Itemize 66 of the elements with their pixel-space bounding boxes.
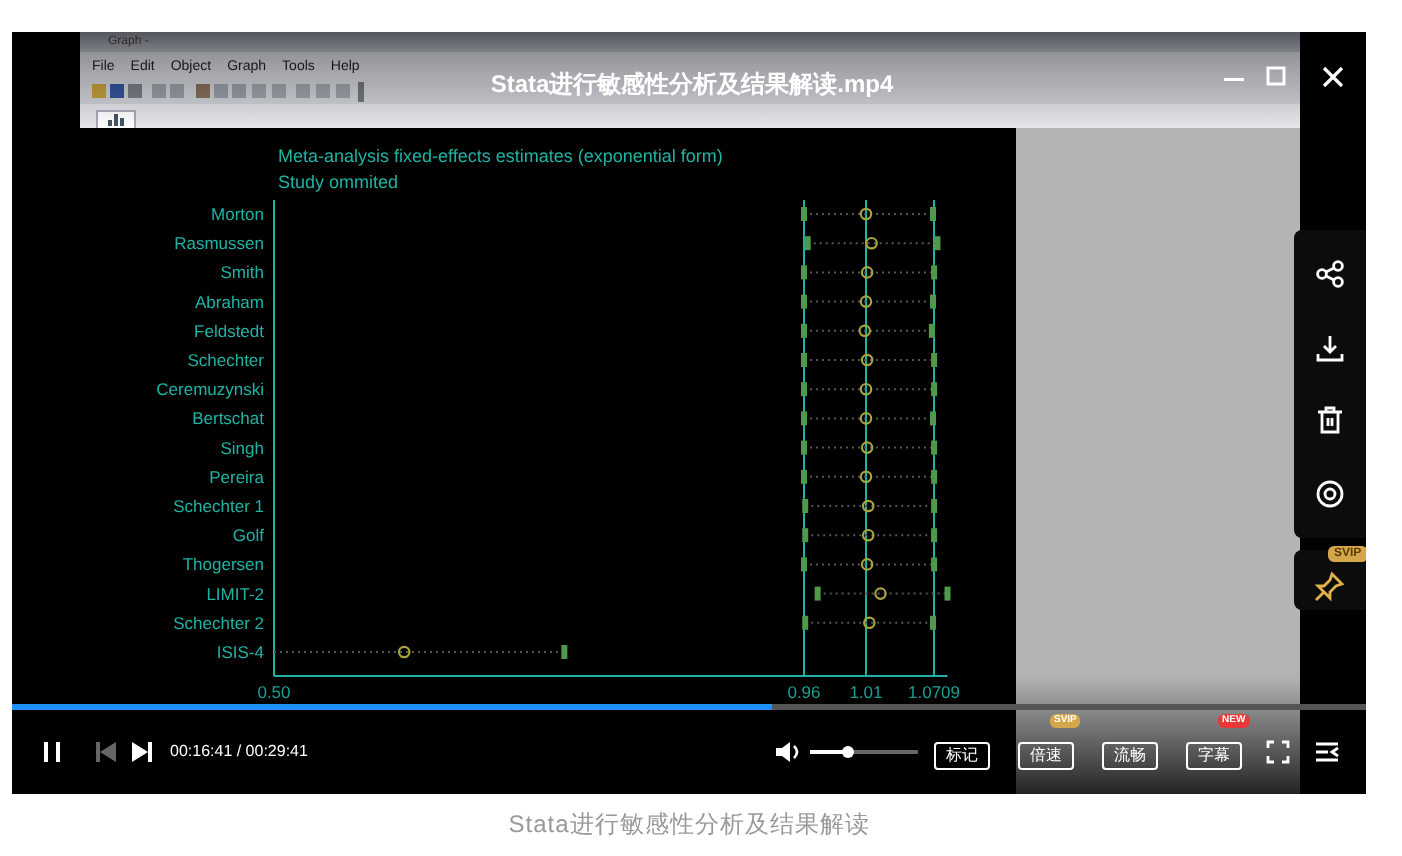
fullscreen-icon[interactable]: [1266, 740, 1290, 764]
axis-tick-label: 0.96: [787, 682, 821, 702]
estimate-point: [861, 528, 875, 542]
close-icon[interactable]: [1322, 66, 1344, 88]
study-label: ISIS-4: [216, 642, 264, 662]
upper-bound-mark: [930, 207, 936, 221]
lower-bound-mark: [801, 353, 807, 367]
volume-icon[interactable]: [774, 740, 802, 764]
graph-tab[interactable]: [96, 110, 136, 128]
estimate-point: [860, 266, 874, 279]
pause-icon[interactable]: [40, 740, 64, 764]
study-label: Rasmussen: [174, 233, 264, 254]
video-caption: Stata进行敏感性分析及结果解读: [506, 808, 872, 842]
playlist-icon[interactable]: [1314, 740, 1340, 764]
study-label: LIMIT-2: [206, 583, 264, 604]
study-label: Schechter 1: [173, 496, 264, 516]
chart-title: Meta-analysis fixed-effects estimates (exponential form): [278, 146, 723, 166]
axis-tick-label: 1.01: [849, 682, 883, 702]
player-option-button[interactable]: 倍速: [1018, 742, 1074, 770]
study-label: Bertschat: [192, 408, 264, 429]
study-label: Pereira: [209, 466, 264, 487]
upper-bound-mark: [931, 353, 938, 367]
study-label: Morton: [211, 204, 264, 224]
playback-time: 00:16:41 / 00:29:41: [170, 740, 308, 764]
study-label: Thogersen: [182, 554, 264, 575]
estimate-point: [860, 441, 874, 454]
upper-bound-mark: [561, 645, 568, 659]
video-title: Stata进行敏感性分析及结果解读.mp4: [488, 68, 896, 102]
estimate-point: [859, 382, 873, 396]
pin-icon[interactable]: [1314, 572, 1344, 602]
target-icon[interactable]: [1316, 479, 1344, 508]
study-label: Smith: [220, 262, 264, 283]
study-label: Schechter 2: [173, 612, 264, 633]
estimate-point: [865, 236, 878, 250]
share-icon[interactable]: [1316, 260, 1344, 289]
estimate-point: [859, 207, 873, 221]
estimate-point: [861, 499, 875, 513]
player-option-button[interactable]: 标记: [934, 742, 990, 770]
next-icon[interactable]: [130, 740, 154, 764]
estimate-point: [859, 295, 873, 308]
chart-subtitle: Study ommited: [278, 172, 399, 192]
download-icon[interactable]: [1316, 333, 1344, 362]
player-option-button[interactable]: 字幕: [1186, 742, 1242, 770]
study-label: Schechter: [187, 350, 264, 370]
estimate-point: [863, 616, 876, 630]
estimate-point: [859, 470, 873, 484]
progress-track[interactable]: [12, 704, 1366, 710]
study-label: Feldstedt: [194, 320, 264, 341]
estimate-point: [860, 353, 874, 367]
trash-icon[interactable]: [1316, 406, 1344, 435]
player-option-button[interactable]: 流畅: [1102, 742, 1158, 770]
bar-chart-icon: [108, 114, 124, 126]
estimate-point: [860, 558, 874, 571]
upper-bound-mark: [931, 499, 938, 513]
study-label: Abraham: [195, 291, 264, 312]
estimate-point: [858, 324, 872, 338]
study-label: Singh: [220, 437, 264, 458]
estimate-point: [397, 645, 411, 659]
lower-bound-mark: [801, 207, 807, 221]
estimate-point: [874, 587, 887, 600]
axis-tick-label: 0.50: [257, 682, 291, 702]
estimate-point: [859, 412, 873, 425]
axis-tick-label: 1.0709: [908, 682, 960, 702]
study-label: Ceremuzynski: [156, 379, 264, 400]
lower-bound-mark: [802, 499, 809, 513]
study-label: Golf: [232, 525, 264, 546]
